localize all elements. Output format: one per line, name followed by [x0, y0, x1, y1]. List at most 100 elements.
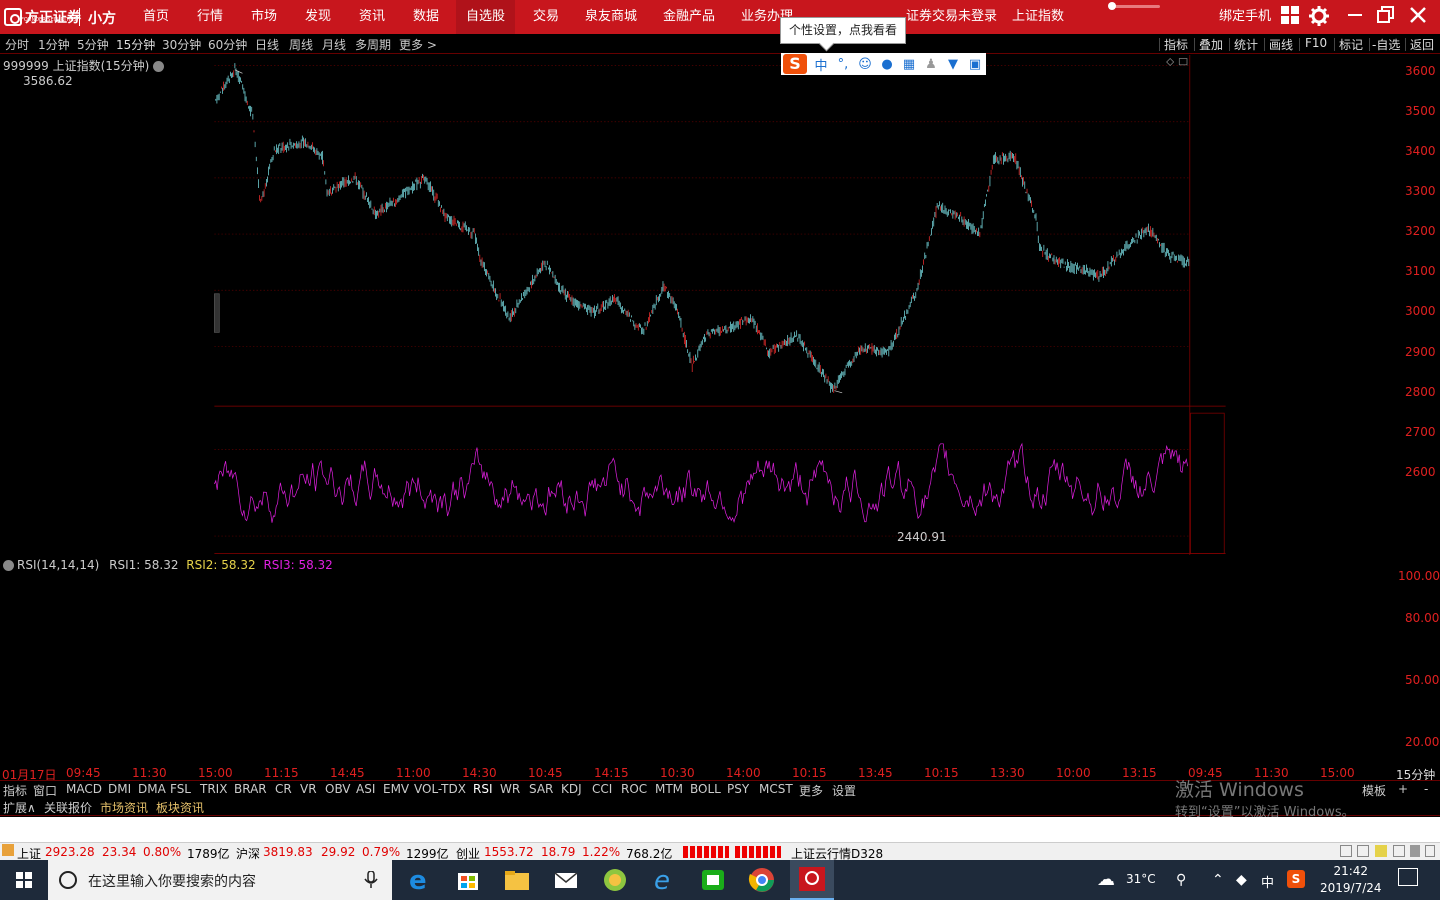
ind-tab[interactable]: TRIX [200, 782, 227, 796]
sogou-logo-icon[interactable]: S [783, 54, 807, 74]
period-more[interactable]: 更多 > [399, 36, 437, 53]
ext-tab-related-quotes[interactable]: 关联报价 [44, 799, 92, 816]
chevron-down-icon[interactable] [153, 61, 165, 72]
chrome-icon[interactable] [746, 864, 778, 896]
ind-tab[interactable]: VR [300, 782, 317, 796]
period-60min[interactable]: 60分钟 [208, 36, 247, 53]
nav-market[interactable]: 市场 [251, 0, 277, 34]
period-multi[interactable]: 多周期 [355, 36, 391, 53]
ind-tab[interactable]: WR [500, 782, 520, 796]
lock-icon[interactable] [1425, 845, 1435, 857]
tool-stats[interactable]: 统计 [1234, 36, 1258, 53]
layout-icon[interactable] [1357, 845, 1369, 857]
ind-tab[interactable]: 指标 [3, 782, 27, 799]
ind-tab[interactable]: DMI [108, 782, 131, 796]
period-month[interactable]: 月线 [322, 36, 346, 53]
tool-mark[interactable]: 标记 [1339, 36, 1363, 53]
ind-tab[interactable]: MACD [66, 782, 102, 796]
weather-cloud-icon[interactable]: ☁ [1097, 869, 1115, 890]
ext-tab-market-news[interactable]: 市场资讯 [100, 799, 148, 816]
ind-tab[interactable]: BRAR [234, 782, 267, 796]
restore-icon[interactable] [1375, 6, 1397, 28]
nav-watchlist[interactable]: 自选股 [456, 0, 516, 34]
ime-punct[interactable]: °, [835, 57, 851, 72]
close-icon[interactable] [1407, 6, 1429, 28]
weather-temp[interactable]: 31°C [1126, 872, 1156, 886]
ind-tab[interactable]: DMA [138, 782, 166, 796]
app-green-icon[interactable] [697, 864, 729, 896]
period-30min[interactable]: 30分钟 [162, 36, 201, 53]
minimize-icon[interactable] [1344, 6, 1366, 28]
tool-remove-watchlist[interactable]: -自选 [1372, 36, 1400, 53]
slider-knob[interactable] [1108, 2, 1116, 10]
windows-start-icon[interactable] [0, 860, 48, 900]
system-clock[interactable]: 21:42 2019/7/24 [1320, 863, 1382, 897]
notice-icon[interactable] [1375, 845, 1387, 857]
founder-app-taskbar-icon[interactable] [790, 860, 834, 900]
layout-grid-icon[interactable] [1279, 6, 1301, 28]
store-icon[interactable] [452, 864, 484, 896]
nav-data[interactable]: 数据 [413, 0, 439, 34]
kline-chart[interactable] [0, 55, 1440, 555]
nav-mall[interactable]: 泉友商城 [585, 0, 637, 34]
trade-status[interactable]: 证券交易未登录 [906, 0, 997, 34]
period-5min[interactable]: 5分钟 [77, 36, 109, 53]
nav-news[interactable]: 资讯 [359, 0, 385, 34]
add-window-button[interactable]: + [1398, 782, 1408, 796]
ime-mode[interactable]: 中 [1261, 872, 1274, 891]
ind-tab-more[interactable]: 更多 [799, 782, 823, 799]
keyboard-icon[interactable]: ▦ [901, 57, 917, 72]
ind-tab[interactable]: BOLL [690, 782, 721, 796]
sogou-tray-icon[interactable]: S [1287, 870, 1305, 888]
nav-trade[interactable]: 交易 [533, 0, 559, 34]
settings-gear-icon[interactable] [1308, 6, 1330, 28]
tool-indicator[interactable]: 指标 [1164, 36, 1188, 53]
tool-draw[interactable]: 画线 [1269, 36, 1293, 53]
template-button[interactable]: 模板 [1362, 782, 1386, 799]
file-explorer-icon[interactable] [501, 864, 533, 896]
ie-icon[interactable]: e [648, 864, 680, 896]
ind-tab[interactable]: KDJ [561, 782, 582, 796]
chevron-down-icon[interactable] [3, 560, 14, 571]
period-1min[interactable]: 1分钟 [38, 36, 70, 53]
message-icon[interactable] [1393, 845, 1405, 857]
mail-icon[interactable] [550, 864, 582, 896]
app-icon[interactable] [599, 864, 631, 896]
ind-tab-active[interactable]: RSI [473, 782, 493, 796]
skin-shirt-icon[interactable]: ▼ [945, 57, 961, 72]
microphone-icon[interactable] [364, 871, 378, 889]
ind-tab[interactable]: EMV [383, 782, 409, 796]
opacity-slider[interactable] [1110, 5, 1160, 8]
notification-center-icon[interactable] [1398, 868, 1418, 886]
nav-discover[interactable]: 发现 [305, 0, 331, 34]
current-index[interactable]: 上证指数 [1012, 0, 1064, 34]
period-day[interactable]: 日线 [255, 36, 279, 53]
ind-tab[interactable]: MCST [759, 782, 793, 796]
taskbar-search-box[interactable]: 在这里输入你要搜索的内容 [48, 860, 392, 900]
nav-home[interactable]: 首页 [143, 0, 169, 34]
ind-tab[interactable]: CCI [592, 782, 612, 796]
ind-tab-settings[interactable]: 设置 [832, 782, 856, 799]
period-15min[interactable]: 15分钟 [116, 36, 155, 53]
ind-tab[interactable]: FSL [170, 782, 191, 796]
network-icon[interactable]: ◆ [1236, 872, 1247, 888]
nav-finance-products[interactable]: 金融产品 [663, 0, 715, 34]
settings-icon[interactable] [1410, 845, 1420, 857]
tool-overlay[interactable]: 叠加 [1199, 36, 1223, 53]
ind-tab[interactable]: SAR [529, 782, 553, 796]
ind-tab[interactable]: OBV [325, 782, 351, 796]
microphone-icon[interactable]: ● [879, 57, 895, 72]
period-tick[interactable]: 分时 [5, 36, 29, 53]
tool-f10[interactable]: F10 [1305, 36, 1327, 50]
toolbox-grid-icon[interactable]: ▣ [967, 57, 983, 72]
ime-toolbar[interactable]: S 中 °, ☺ ● ▦ ♟ ▼ ▣ [781, 53, 986, 75]
period-week[interactable]: 周线 [289, 36, 313, 53]
bind-phone-link[interactable]: 绑定手机 [1219, 0, 1271, 34]
ext-expand-toggle[interactable]: 扩展∧ [3, 799, 36, 816]
user-icon[interactable]: ♟ [923, 57, 939, 72]
ind-tab[interactable]: CR [275, 782, 292, 796]
remove-window-button[interactable]: - [1424, 782, 1428, 796]
layout-icon[interactable] [1340, 845, 1352, 857]
ind-tab[interactable]: VOL-TDX [414, 782, 466, 796]
emoji-icon[interactable]: ☺ [857, 57, 873, 72]
